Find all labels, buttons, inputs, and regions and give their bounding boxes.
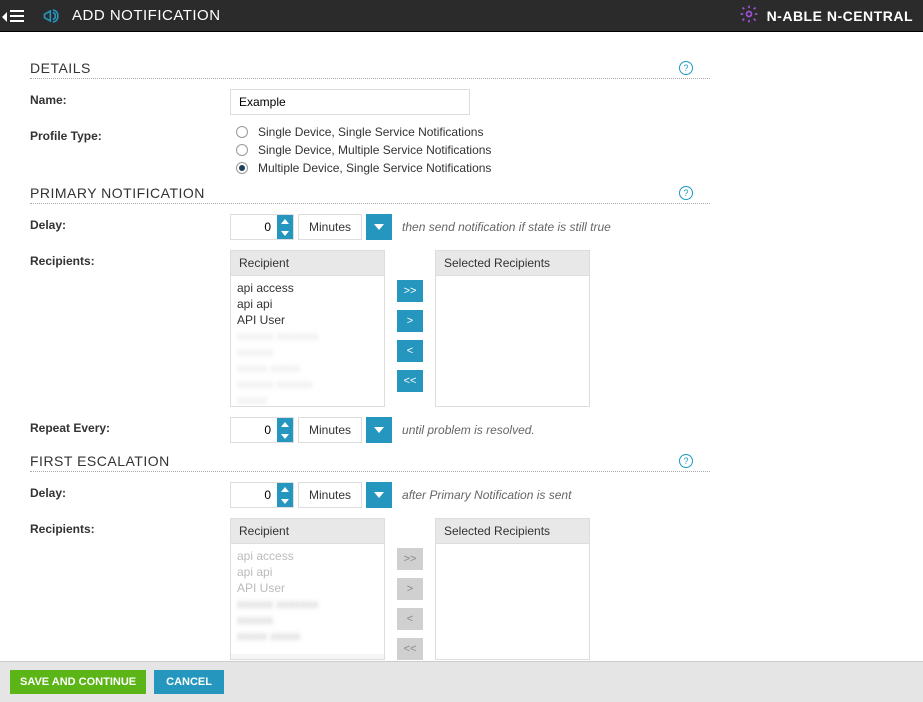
remove-button[interactable]: < [397, 608, 423, 630]
escalation-available-list[interactable]: Recipient api access api api API User xx… [230, 518, 385, 660]
spin-down-icon[interactable] [277, 495, 293, 507]
delay-label: Delay: [30, 214, 230, 232]
add-button[interactable]: > [397, 310, 423, 332]
add-all-button[interactable]: >> [397, 280, 423, 302]
repeat-input[interactable] [231, 418, 277, 442]
spin-up-icon[interactable] [277, 418, 293, 430]
list-item[interactable]: api api [237, 564, 378, 580]
save-and-continue-button[interactable]: SAVE AND CONTINUE [10, 670, 146, 694]
escalation-recipients-label: Recipients: [30, 518, 230, 536]
list-item[interactable]: api access [237, 280, 378, 296]
repeat-hint: until problem is resolved. [402, 423, 535, 437]
escalation-delay-label: Delay: [30, 482, 230, 500]
available-recipients-list[interactable]: Recipient api access api api API User xx… [230, 250, 385, 407]
profile-option-1: Single Device, Single Service Notificati… [258, 125, 483, 139]
list-item[interactable]: API User [237, 580, 378, 596]
help-icon[interactable]: ? [679, 61, 693, 75]
unit-label: Minutes [298, 417, 362, 443]
list-item[interactable]: api access [237, 548, 378, 564]
remove-button[interactable]: < [397, 340, 423, 362]
unit-dropdown[interactable] [366, 417, 392, 443]
remove-all-button[interactable]: << [397, 370, 423, 392]
main-content: DETAILS ? Name: Profile Type: Single Dev… [0, 32, 923, 662]
repeat-label: Repeat Every: [30, 417, 230, 435]
selected-recipients-list[interactable]: Selected Recipients [435, 250, 590, 407]
recipients-label: Recipients: [30, 250, 230, 268]
unit-dropdown[interactable] [366, 482, 392, 508]
megaphone-icon [42, 6, 62, 26]
escalation-delay-hint: after Primary Notification is sent [402, 488, 571, 502]
gear-icon[interactable] [739, 4, 759, 27]
escalation-selected-list[interactable]: Selected Recipients [435, 518, 590, 660]
footer-bar: SAVE AND CONTINUE CANCEL [0, 661, 923, 702]
brand-label: N-ABLE N-CENTRAL [767, 8, 913, 24]
help-icon[interactable]: ? [679, 186, 693, 200]
name-input[interactable] [230, 89, 470, 115]
divider [30, 471, 710, 472]
profile-option-2: Single Device, Multiple Service Notifica… [258, 143, 491, 157]
unit-label: Minutes [298, 482, 362, 508]
escalation-delay-input[interactable] [231, 483, 277, 507]
divider [30, 78, 710, 79]
cancel-button[interactable]: CANCEL [154, 670, 224, 694]
page-title: ADD NOTIFICATION [72, 7, 221, 24]
profile-radio-2[interactable] [236, 144, 248, 156]
delay-hint: then send notification if state is still… [402, 220, 611, 234]
recipient-header: Recipient [231, 519, 384, 544]
add-all-button[interactable]: >> [397, 548, 423, 570]
recipient-header: Recipient [231, 251, 384, 276]
unit-label: Minutes [298, 214, 362, 240]
spin-up-icon[interactable] [277, 215, 293, 227]
selected-header: Selected Recipients [436, 519, 589, 544]
primary-delay-input[interactable] [231, 215, 277, 239]
help-icon[interactable]: ? [679, 454, 693, 468]
unit-dropdown[interactable] [366, 214, 392, 240]
profile-radio-3[interactable] [236, 162, 248, 174]
top-bar: ADD NOTIFICATION N-ABLE N-CENTRAL [0, 0, 923, 32]
primary-heading: PRIMARY NOTIFICATION [30, 185, 205, 201]
spin-down-icon[interactable] [277, 430, 293, 442]
divider [30, 203, 710, 204]
list-item[interactable]: API User [237, 312, 378, 328]
list-item[interactable]: api api [237, 296, 378, 312]
add-button[interactable]: > [397, 578, 423, 600]
selected-header: Selected Recipients [436, 251, 589, 276]
remove-all-button[interactable]: << [397, 638, 423, 660]
profile-radio-1[interactable] [236, 126, 248, 138]
profile-option-3: Multiple Device, Single Service Notifica… [258, 161, 491, 175]
escalation-heading: FIRST ESCALATION [30, 453, 170, 469]
spin-down-icon[interactable] [277, 227, 293, 239]
profile-type-label: Profile Type: [30, 125, 230, 143]
name-label: Name: [30, 89, 230, 107]
spin-up-icon[interactable] [277, 483, 293, 495]
details-heading: DETAILS [30, 60, 91, 76]
menu-collapse-icon[interactable] [10, 10, 32, 22]
